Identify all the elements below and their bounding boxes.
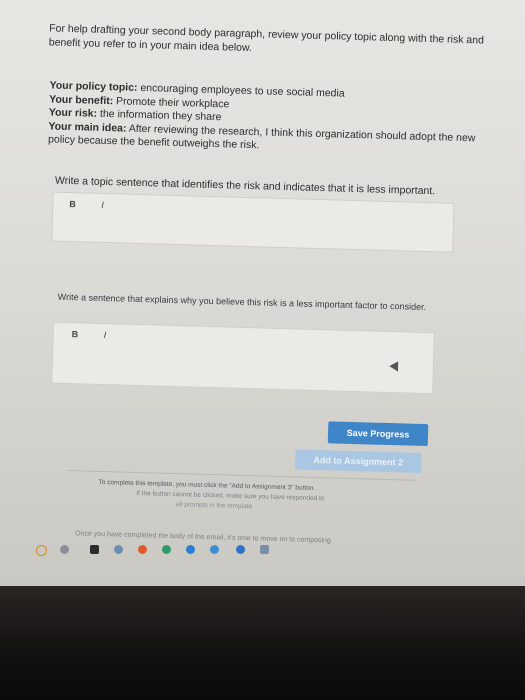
task-view-icon[interactable] <box>60 545 69 554</box>
firefox-icon[interactable] <box>138 545 147 554</box>
italic-button[interactable]: I <box>101 200 104 210</box>
taskbar <box>30 545 430 559</box>
photos-icon[interactable] <box>260 545 269 554</box>
explain-sentence-editor[interactable]: B I <box>51 321 435 395</box>
policy-topic-label: Your policy topic: <box>49 79 138 94</box>
topic-sentence-editor[interactable]: B I <box>51 191 455 253</box>
edge-icon[interactable] <box>162 545 171 554</box>
policy-summary: Your policy topic: encouraging employees… <box>48 79 490 159</box>
laptop-bezel <box>0 586 525 700</box>
laptop-screen: For help drafting your second body parag… <box>0 0 525 586</box>
ie-icon[interactable] <box>186 545 195 554</box>
save-progress-button[interactable]: Save Progress <box>327 421 429 447</box>
add-to-assignment-button[interactable]: Add to Assignment 2 <box>295 449 422 473</box>
policy-risk-label: Your risk: <box>48 106 98 120</box>
italic-button[interactable]: I <box>104 330 107 340</box>
intro-text: For help drafting your second body parag… <box>48 22 485 55</box>
search-icon[interactable] <box>36 545 47 556</box>
policy-main-idea-label: Your main idea: <box>48 119 127 135</box>
store-icon[interactable] <box>236 545 245 554</box>
bold-button[interactable]: B <box>72 329 79 339</box>
chrome-icon[interactable] <box>210 545 219 554</box>
prompt-explain-sentence: Write a sentence that explains why you b… <box>57 291 427 313</box>
app-icon[interactable] <box>114 545 123 554</box>
policy-benefit-label: Your benefit: <box>49 92 114 107</box>
footer-note-end: all prompts in the template. <box>175 501 255 511</box>
file-explorer-icon[interactable] <box>90 545 99 554</box>
policy-benefit-value: Promote their workplace <box>115 94 230 110</box>
bold-button[interactable]: B <box>69 199 76 209</box>
template-page: For help drafting your second body parag… <box>0 0 525 600</box>
